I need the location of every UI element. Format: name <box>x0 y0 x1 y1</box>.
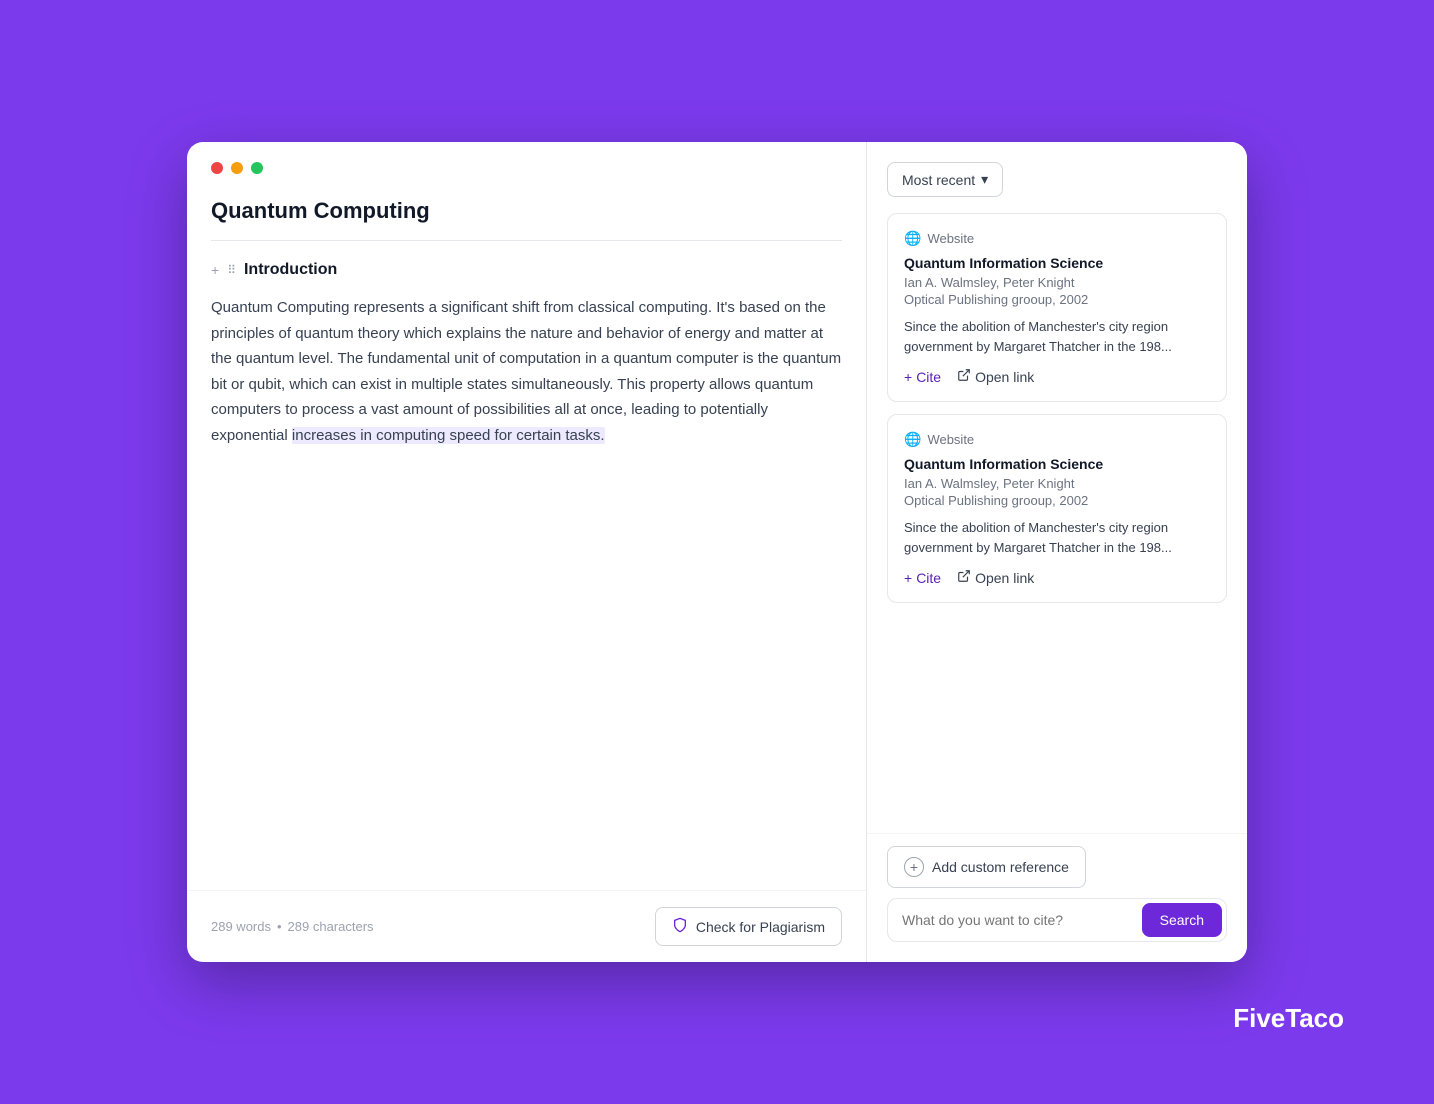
sort-dropdown[interactable]: Most recent ▾ <box>887 162 1003 197</box>
brand-name: FiveTaco <box>1233 1003 1344 1033</box>
ref-type-label-1: Website <box>927 231 974 246</box>
plus-circle-icon: + <box>904 857 924 877</box>
word-count: 289 words • 289 characters <box>211 919 374 934</box>
ref-publisher-2: Optical Publishing grooup, 2002 <box>904 493 1210 508</box>
separator: • <box>277 919 282 934</box>
globe-icon-2: 🌐 <box>904 431 921 448</box>
ref-card-2: 🌐 Website Quantum Information Science Ia… <box>887 414 1227 603</box>
ref-type-1: 🌐 Website <box>904 230 1210 247</box>
grid-icon: ⠿ <box>227 263 236 277</box>
doc-title: Quantum Computing <box>187 190 866 240</box>
open-link-label-2: Open link <box>975 570 1034 586</box>
ref-author-2: Ian A. Walmsley, Peter Knight <box>904 476 1210 491</box>
chevron-down-icon: ▾ <box>981 171 988 188</box>
left-panel: Quantum Computing + ⠿ Introduction Quant… <box>187 142 867 962</box>
section-title: Introduction <box>244 261 337 279</box>
add-custom-ref-label: Add custom reference <box>932 859 1069 875</box>
word-count-text: 289 words <box>211 919 271 934</box>
sort-label: Most recent <box>902 172 975 188</box>
right-header: Most recent ▾ <box>867 142 1247 213</box>
open-link-button-1[interactable]: Open link <box>957 368 1034 385</box>
open-link-label-1: Open link <box>975 369 1034 385</box>
section-header: + ⠿ Introduction <box>187 241 866 291</box>
ref-actions-1: + Cite Open link <box>904 368 1210 385</box>
ref-publisher-1: Optical Publishing grooup, 2002 <box>904 292 1210 307</box>
plus-icon-1: + <box>904 369 912 385</box>
cite-button-2[interactable]: + Cite <box>904 570 941 586</box>
expand-icon[interactable]: + <box>211 262 219 278</box>
ref-card-1: 🌐 Website Quantum Information Science Ia… <box>887 213 1227 402</box>
close-dot[interactable] <box>211 162 223 174</box>
body-text-normal: Quantum Computing represents a significa… <box>211 299 841 444</box>
globe-icon-1: 🌐 <box>904 230 921 247</box>
ref-excerpt-1: Since the abolition of Manchester's city… <box>904 317 1210 356</box>
cite-label-1: Cite <box>916 369 941 385</box>
plagiarism-button[interactable]: Check for Plagiarism <box>655 907 842 946</box>
brand: FiveTaco <box>1233 1003 1344 1034</box>
right-panel: Most recent ▾ 🌐 Website Quantum Informat… <box>867 142 1247 962</box>
right-footer: + Add custom reference Search <box>867 833 1247 962</box>
ref-title-1: Quantum Information Science <box>904 255 1210 271</box>
search-button[interactable]: Search <box>1142 903 1222 937</box>
minimize-dot[interactable] <box>231 162 243 174</box>
cite-button-1[interactable]: + Cite <box>904 369 941 385</box>
ref-title-2: Quantum Information Science <box>904 456 1210 472</box>
outer-wrapper: Quantum Computing + ⠿ Introduction Quant… <box>40 40 1394 1064</box>
ref-type-label-2: Website <box>927 432 974 447</box>
search-input[interactable] <box>902 912 1134 928</box>
add-custom-reference-button[interactable]: + Add custom reference <box>887 846 1086 888</box>
open-link-button-2[interactable]: Open link <box>957 569 1034 586</box>
section-body: Quantum Computing represents a significa… <box>187 291 866 468</box>
plagiarism-label: Check for Plagiarism <box>696 919 825 935</box>
body-text-highlighted: increases in computing speed for certain… <box>292 427 605 444</box>
left-footer: 289 words • 289 characters Check for Pla… <box>187 890 866 962</box>
shield-icon <box>672 917 688 936</box>
app-window: Quantum Computing + ⠿ Introduction Quant… <box>187 142 1247 962</box>
references-list: 🌐 Website Quantum Information Science Ia… <box>867 213 1247 833</box>
ref-type-2: 🌐 Website <box>904 431 1210 448</box>
ref-excerpt-2: Since the abolition of Manchester's city… <box>904 518 1210 557</box>
char-count-text: 289 characters <box>288 919 374 934</box>
window-controls <box>187 142 866 190</box>
search-row: Search <box>887 898 1227 942</box>
maximize-dot[interactable] <box>251 162 263 174</box>
ref-actions-2: + Cite Open link <box>904 569 1210 586</box>
external-link-icon-1 <box>957 368 971 385</box>
cite-label-2: Cite <box>916 570 941 586</box>
ref-author-1: Ian A. Walmsley, Peter Knight <box>904 275 1210 290</box>
plus-icon-2: + <box>904 570 912 586</box>
external-link-icon-2 <box>957 569 971 586</box>
